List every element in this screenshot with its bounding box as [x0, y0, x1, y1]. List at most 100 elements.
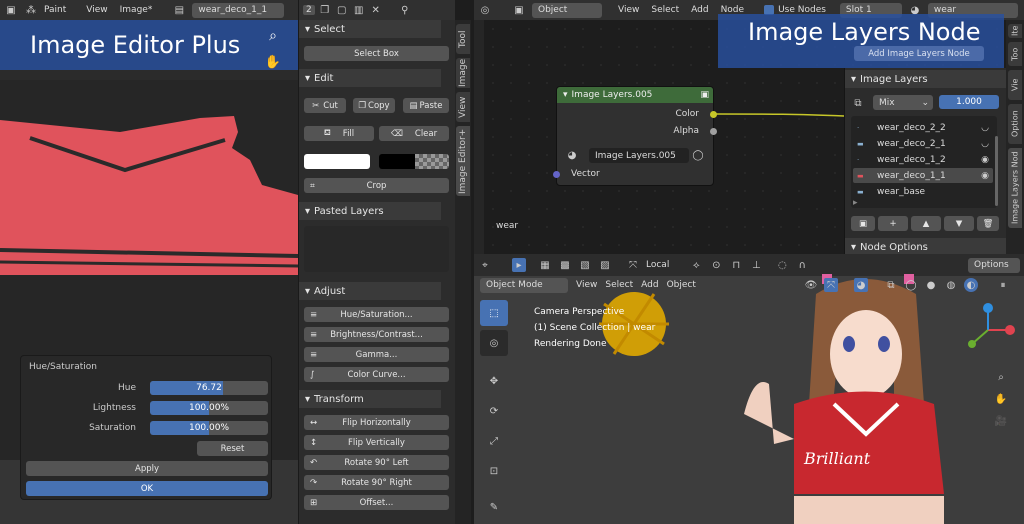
scale-tool-icon[interactable]: ⤢ — [480, 428, 508, 454]
layer-row[interactable]: ▬ wear_deco_1_1 ◉ — [853, 168, 993, 183]
adjust-button-2[interactable]: ≡ Gamma... — [304, 347, 449, 362]
crop-button[interactable]: ⌗ Crop — [304, 178, 449, 193]
cut-button[interactable]: ✂ Cut — [304, 98, 346, 113]
gizmo-toggle-icon[interactable]: ⤧ — [824, 278, 838, 292]
layer-row[interactable]: · wear_deco_2_2 ◡ — [853, 120, 993, 135]
eye-icon[interactable]: ◉ — [981, 171, 989, 181]
ok-button[interactable]: OK — [26, 481, 268, 496]
rotate-tool-icon[interactable]: ⟳ — [480, 398, 508, 424]
node-preview-icon[interactable]: ▣ — [700, 90, 709, 100]
pin-icon[interactable]: ⚲ — [398, 3, 412, 17]
eye-closed-icon[interactable]: ◡ — [981, 139, 989, 149]
select-tweak-icon[interactable]: ▸ — [512, 258, 526, 272]
collapse-icon[interactable]: ▾ — [563, 90, 568, 100]
pasted-layers-list[interactable] — [304, 226, 449, 272]
hand-pan-icon[interactable]: ✋ — [265, 55, 281, 70]
move-up-button[interactable]: ▲ — [911, 216, 941, 231]
menu-add[interactable]: Add — [691, 5, 708, 15]
layer-row[interactable]: · wear_deco_1_2 ◉ — [853, 152, 993, 167]
select-mode-icon[interactable]: ▦ — [538, 258, 552, 272]
image-layers-node[interactable]: ▾ Image Layers.005 ▣ Color Alpha ◕ Image … — [553, 86, 717, 186]
layer-row[interactable]: ▬ wear_deco_2_1 ◡ — [853, 136, 993, 151]
adjust-button-0[interactable]: ≡ Hue/Saturation... — [304, 307, 449, 322]
cursor-tool-icon[interactable]: ◎ — [480, 330, 508, 356]
select-subtract-icon[interactable]: ▧ — [578, 258, 592, 272]
input-vector-socket[interactable] — [553, 171, 560, 178]
solid-shading-icon[interactable]: ● — [924, 278, 938, 292]
sidebar-tab-0[interactable]: Tool — [456, 24, 470, 54]
layer-row[interactable]: ▬ wear_base — [853, 184, 993, 199]
transform-button-4[interactable]: ⊞ Offset... — [304, 495, 449, 510]
transform-button-0[interactable]: ↔ Flip Horizontally — [304, 415, 449, 430]
node-datablock-field[interactable]: Image Layers.005 — [589, 148, 689, 163]
select-box-button[interactable]: Select Box — [304, 46, 449, 61]
open-image-icon[interactable]: ▥ — [352, 3, 366, 17]
viewport-type-icon[interactable]: ⌖ — [478, 258, 492, 272]
reset-button[interactable]: Reset — [197, 441, 268, 456]
layer-list-scrollbar[interactable] — [995, 136, 998, 206]
transform-tool-icon[interactable]: ⊡ — [480, 458, 508, 484]
object-shader-icon[interactable]: ▣ — [512, 3, 526, 17]
menu-view[interactable]: View — [618, 5, 639, 15]
clear-button[interactable]: ⌫ Clear — [379, 126, 449, 141]
image-layers-panel-header[interactable]: ▾ Image Layers — [845, 70, 1006, 88]
select-box-tool-icon[interactable]: ⬚ — [480, 300, 508, 326]
alpha-checker-swatch[interactable] — [415, 154, 449, 169]
select-extend-icon[interactable]: ▩ — [558, 258, 572, 272]
pasted-layers-panel-header[interactable]: ▾ Pasted Layers — [299, 202, 441, 220]
node-editor-type-icon[interactable]: ◎ — [478, 3, 492, 17]
blend-mode-dropdown[interactable]: Mix ⌄ — [873, 95, 933, 110]
overlay-icon[interactable]: ◕ — [854, 278, 868, 292]
saturation-slider[interactable]: 100.00% — [150, 421, 268, 435]
add-layer-button[interactable]: + — [878, 216, 908, 231]
rendered-shading-icon[interactable]: ◐ — [964, 278, 978, 292]
camera-icon[interactable]: 🎥 — [994, 414, 1008, 428]
unlink-icon[interactable]: ✕ — [369, 3, 383, 17]
layer-image-button[interactable]: ▣ — [851, 216, 875, 231]
adjust-panel-header[interactable]: ▾ Adjust — [299, 282, 441, 300]
pause-render-icon[interactable]: ⏸ — [996, 278, 1010, 292]
move-down-button[interactable]: ▼ — [944, 216, 974, 231]
node-tab-3[interactable]: Option — [1008, 104, 1022, 144]
transform-button-3[interactable]: ↷ Rotate 90° Right — [304, 475, 449, 490]
eye-closed-icon[interactable]: ◡ — [981, 123, 989, 133]
transform-button-2[interactable]: ↶ Rotate 90° Left — [304, 455, 449, 470]
hand-pan-icon[interactable]: ✋ — [994, 392, 1008, 406]
move-tool-icon[interactable]: ✥ — [480, 368, 508, 394]
adjust-button-3[interactable]: ∫ Color Curve... — [304, 367, 449, 382]
apply-button[interactable]: Apply — [26, 461, 268, 476]
menu-paint[interactable]: Paint — [44, 5, 66, 15]
shader-type-dropdown[interactable]: Object — [532, 2, 602, 18]
adjust-button-1[interactable]: ≡ Brightness/Contrast... — [304, 327, 449, 342]
image-name-field[interactable]: wear_deco_1_1 — [192, 2, 285, 18]
lightness-slider[interactable]: 100.00% — [150, 401, 268, 415]
fake-user-icon[interactable]: ❐ — [318, 3, 332, 17]
node-tab-4[interactable]: Image Layers Nod — [1008, 148, 1022, 228]
edit-panel-header[interactable]: ▾ Edit — [299, 69, 441, 87]
paint-mode-icon[interactable]: ⁂ — [24, 3, 38, 17]
layer-factor-slider[interactable]: 1.000 — [939, 95, 999, 109]
new-image-icon[interactable]: ▢ — [335, 3, 349, 17]
menu-image[interactable]: Image* — [120, 5, 153, 15]
layer-list-resize[interactable]: ▸ — [853, 198, 858, 208]
annotate-tool-icon[interactable]: ✎ — [480, 494, 508, 520]
layers-sphere-icon[interactable]: ◕ — [565, 148, 579, 162]
options-dropdown[interactable]: Options — [968, 257, 1020, 273]
visibility-icon[interactable]: 👁 — [804, 278, 818, 292]
transform-panel-header[interactable]: ▾ Transform — [299, 390, 441, 408]
shield-icon[interactable]: ◯ — [691, 148, 705, 162]
transform-button-1[interactable]: ↕ Flip Vertically — [304, 435, 449, 450]
hue-slider[interactable]: 76.72 — [150, 381, 268, 395]
wireframe-shading-icon[interactable]: ◯ — [904, 278, 918, 292]
paste-button[interactable]: ▤ Paste — [403, 98, 449, 113]
zoom-icon[interactable]: ⌕ — [266, 28, 280, 44]
eye-icon[interactable]: ◉ — [981, 155, 989, 165]
xray-icon[interactable]: ⧉ — [884, 278, 898, 292]
sidebar-tab-2[interactable]: View — [456, 92, 470, 122]
node-options-panel-header[interactable]: ▾ Node Options — [845, 238, 1007, 254]
menu-select[interactable]: Select — [651, 5, 679, 15]
background-color-swatch[interactable] — [379, 154, 415, 169]
blend-mode-icon[interactable]: ⧉ — [851, 96, 865, 110]
zoom-icon[interactable]: ⌕ — [994, 370, 1008, 384]
menu-view[interactable]: View — [86, 5, 107, 15]
